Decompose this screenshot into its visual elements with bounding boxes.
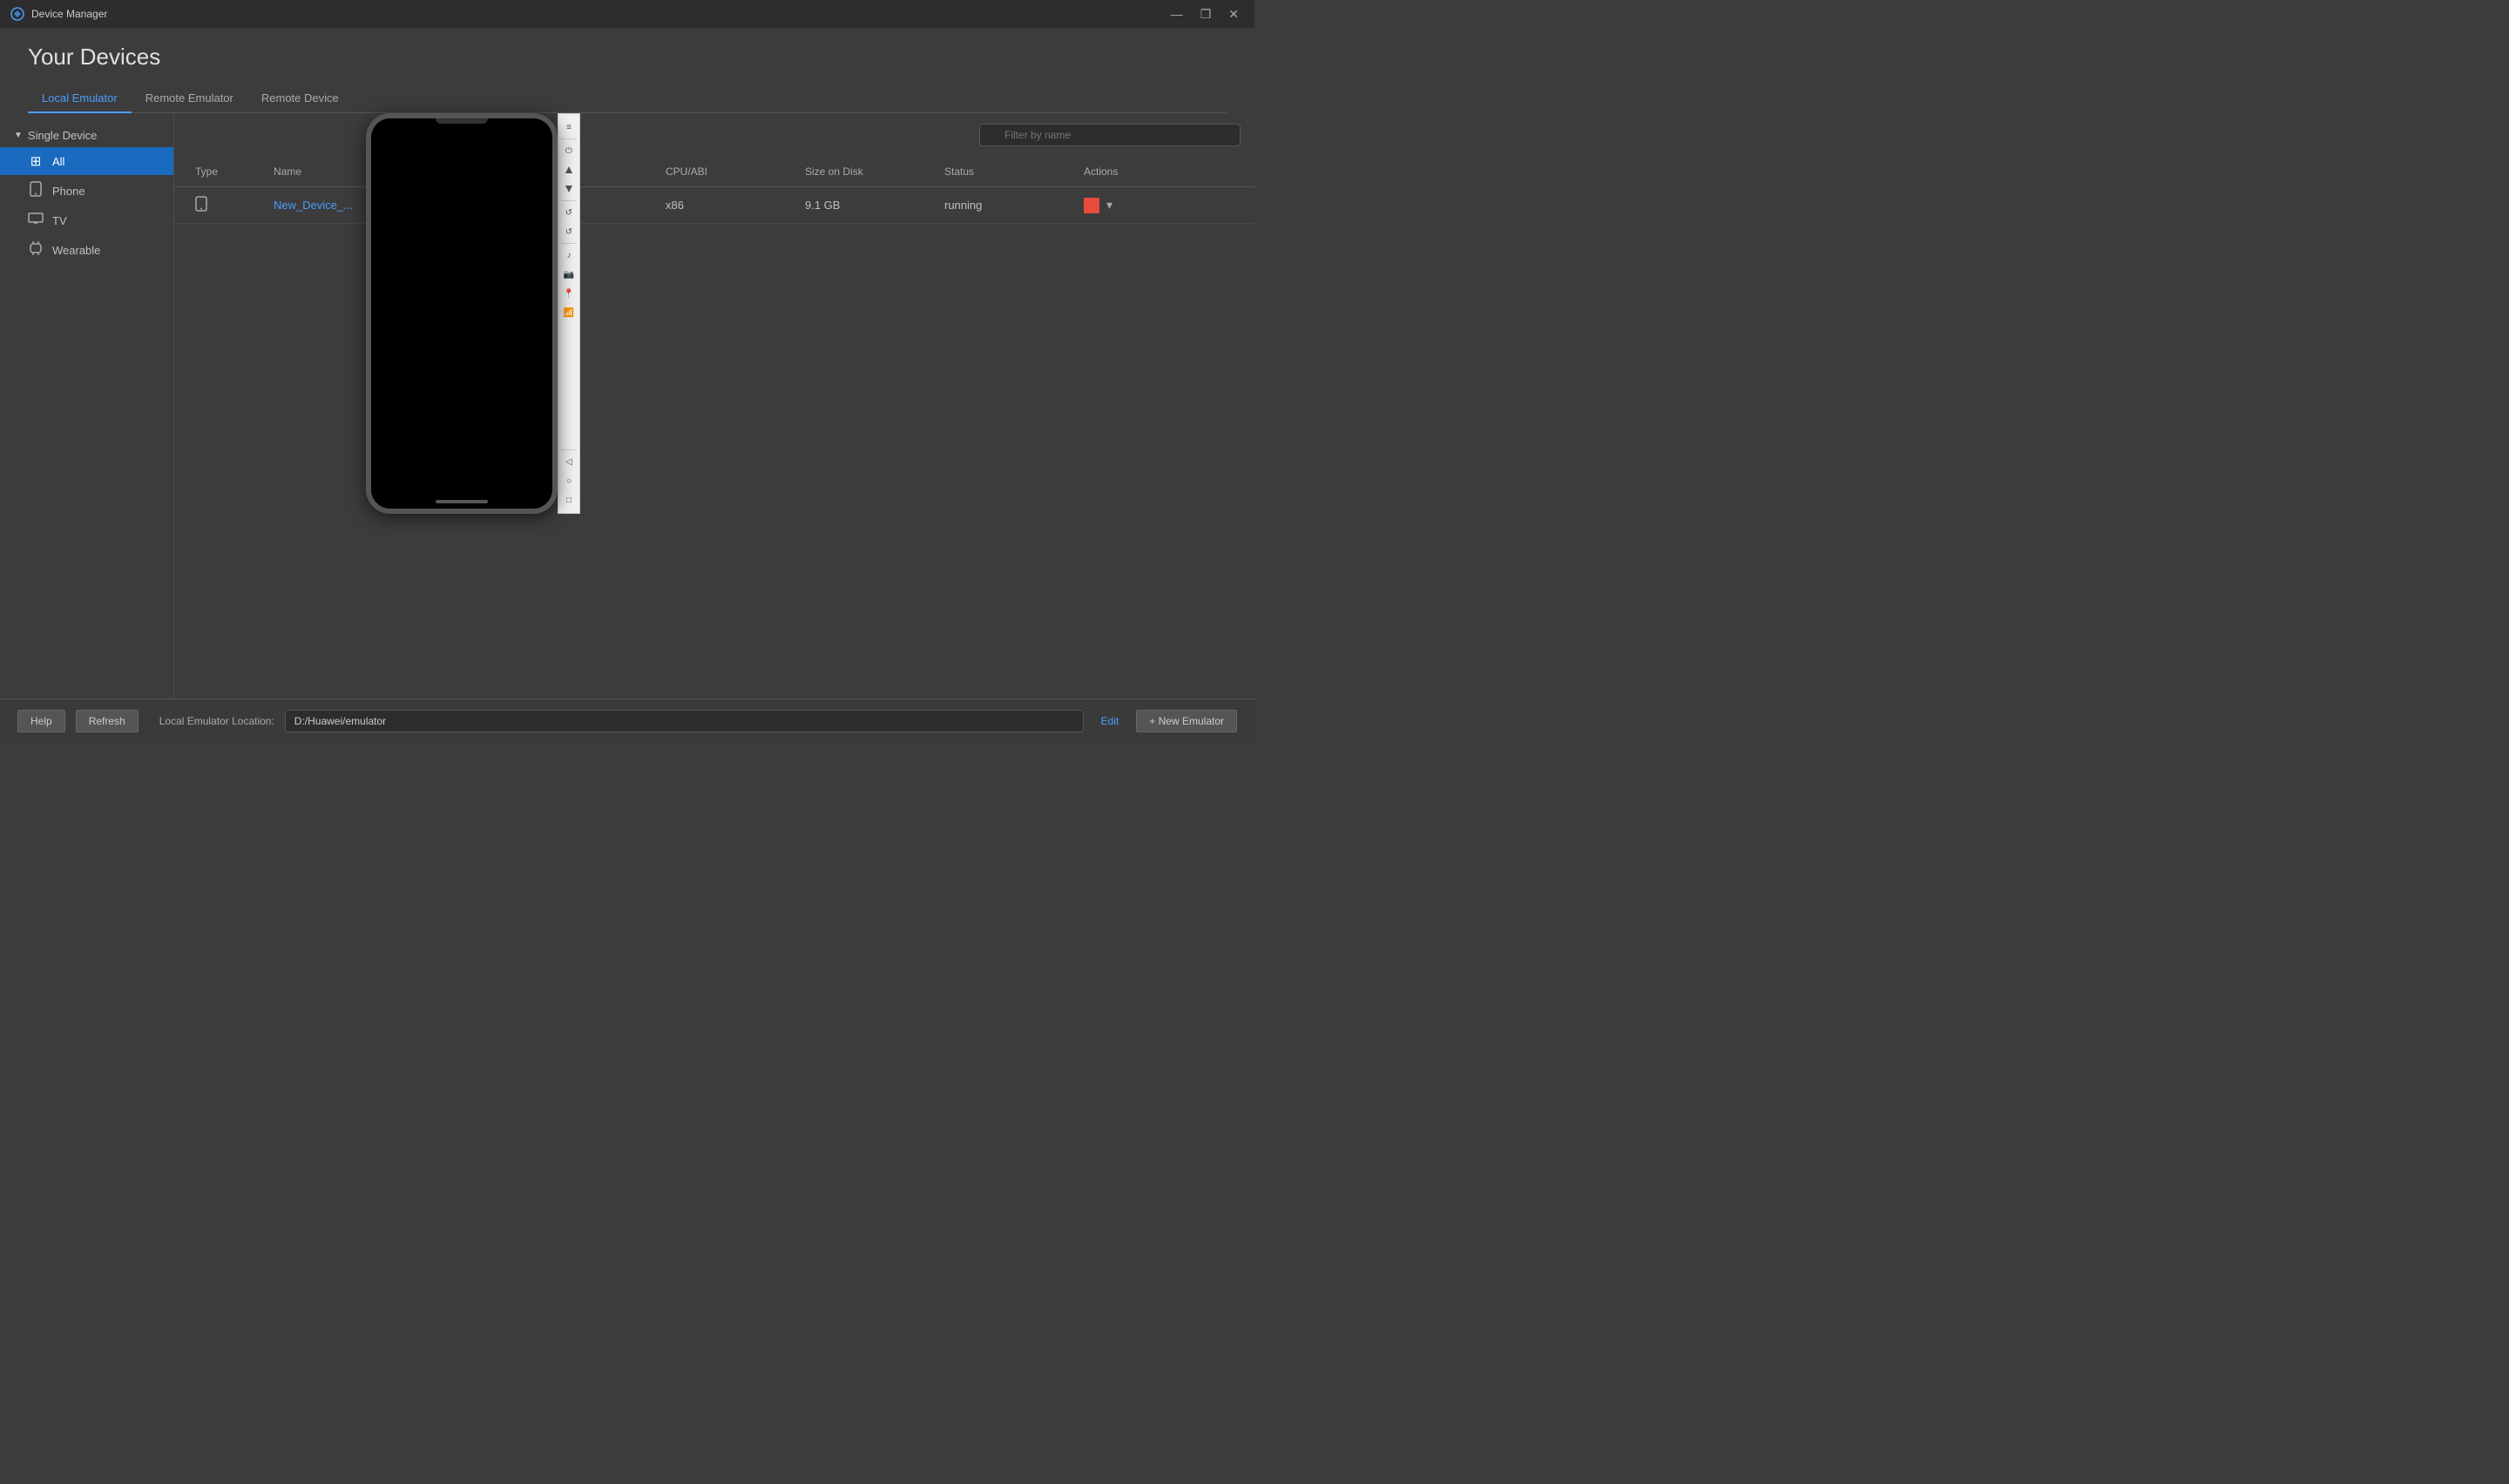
- emu-rotate-button[interactable]: ↺: [560, 204, 578, 221]
- row-cpu-abi: x86: [659, 190, 798, 220]
- phone-notch: [436, 118, 488, 124]
- tab-local-emulator[interactable]: Local Emulator: [28, 84, 132, 113]
- wearable-icon: [28, 240, 44, 260]
- emu-menu-icon[interactable]: ≡: [560, 118, 578, 136]
- sidebar-item-phone-label: Phone: [52, 185, 85, 198]
- emu-divider-4: [561, 449, 577, 450]
- tab-remote-device[interactable]: Remote Device: [247, 84, 353, 113]
- minimize-button[interactable]: —: [1166, 5, 1188, 23]
- header: Your Devices Local Emulator Remote Emula…: [0, 28, 1254, 113]
- page-title: Your Devices: [28, 44, 1227, 71]
- phone-frame: [366, 113, 558, 514]
- sidebar: ▼ Single Device ⊞ All Phone: [0, 113, 174, 698]
- sidebar-section-single-device[interactable]: ▼ Single Device: [0, 124, 173, 147]
- emu-divider-1: [561, 138, 577, 139]
- filter-input[interactable]: [979, 124, 1241, 146]
- filter-wrapper: 🔍: [979, 124, 1241, 146]
- table-toolbar: 🔍: [174, 113, 1254, 157]
- row-actions: ▾: [1077, 189, 1241, 222]
- stop-button[interactable]: [1084, 198, 1099, 213]
- emu-divider-3: [561, 243, 577, 244]
- content-area: ▼ Single Device ⊞ All Phone: [0, 113, 1254, 698]
- sidebar-section-label: Single Device: [28, 129, 98, 142]
- title-bar: Device Manager — ❐ ✕: [0, 0, 1254, 28]
- table-area: 🔍 Type Name Density API CPU/ABI Size on …: [174, 113, 1254, 698]
- emu-location-button[interactable]: 📍: [560, 285, 578, 302]
- all-icon: ⊞: [28, 153, 44, 169]
- actions-dropdown-button[interactable]: ▾: [1106, 198, 1112, 212]
- edit-link[interactable]: Edit: [1094, 715, 1126, 727]
- emu-power-button[interactable]: ⏻: [560, 142, 578, 159]
- maximize-button[interactable]: ❐: [1195, 5, 1217, 24]
- col-status: Status: [937, 157, 1077, 186]
- table-row: New_Device_... 45 x86 9.1 GB running ▾: [174, 187, 1254, 224]
- phone-home-bar: [436, 500, 488, 503]
- app-icon: [10, 7, 24, 21]
- tv-icon: [28, 212, 44, 228]
- col-size-on-disk: Size on Disk: [798, 157, 937, 186]
- tabs: Local Emulator Remote Emulator Remote De…: [28, 84, 1227, 113]
- sidebar-item-all[interactable]: ⊞ All: [0, 147, 173, 175]
- emu-home-button[interactable]: ○: [560, 472, 578, 489]
- sidebar-item-wearable[interactable]: Wearable: [0, 234, 173, 266]
- emu-wifi-button[interactable]: 📶: [560, 304, 578, 321]
- tab-remote-emulator[interactable]: Remote Emulator: [132, 84, 247, 113]
- sidebar-item-tv[interactable]: TV: [0, 206, 173, 234]
- app-title: Device Manager: [31, 8, 107, 20]
- help-button[interactable]: Help: [17, 710, 65, 732]
- emu-vol-up-button[interactable]: [560, 161, 578, 179]
- col-type: Type: [188, 157, 267, 186]
- close-button[interactable]: ✕: [1223, 5, 1244, 24]
- emu-divider-2: [561, 200, 577, 201]
- emulator-sidebar: ≡ ⏻ ↺ ↺ ♪ 📷 📍 📶 ◁ ○ □: [558, 113, 580, 514]
- col-cpu-abi: CPU/ABI: [659, 157, 798, 186]
- phone-icon: [28, 181, 44, 200]
- sidebar-item-tv-label: TV: [52, 214, 67, 227]
- title-bar-left: Device Manager: [10, 7, 107, 21]
- emu-camera-button[interactable]: 📷: [560, 266, 578, 283]
- emu-recent-button[interactable]: □: [560, 491, 578, 509]
- emu-screenshot-button[interactable]: ↺: [560, 223, 578, 240]
- refresh-button[interactable]: Refresh: [76, 710, 139, 732]
- table-header: Type Name Density API CPU/ABI Size on Di…: [174, 157, 1254, 187]
- title-bar-controls: — ❐ ✕: [1166, 5, 1244, 24]
- emu-back-button[interactable]: ◁: [560, 453, 578, 470]
- sidebar-item-wearable-label: Wearable: [52, 244, 100, 257]
- new-emulator-button[interactable]: + New Emulator: [1136, 710, 1237, 732]
- location-label: Local Emulator Location:: [159, 715, 274, 727]
- emu-vol-down-button[interactable]: [560, 180, 578, 198]
- phone-screen: [371, 118, 552, 509]
- row-status: running: [937, 190, 1077, 220]
- location-input[interactable]: [285, 710, 1084, 732]
- col-actions: Actions: [1077, 157, 1241, 186]
- emulator-overlay: ≡ ⏻ ↺ ↺ ♪ 📷 📍 📶 ◁ ○ □: [366, 113, 580, 514]
- expand-arrow-icon: ▼: [14, 131, 23, 140]
- main-container: Your Devices Local Emulator Remote Emula…: [0, 28, 1254, 742]
- emu-music-button[interactable]: ♪: [560, 246, 578, 264]
- row-size-on-disk: 9.1 GB: [798, 190, 937, 220]
- bottom-bar: Help Refresh Local Emulator Location: Ed…: [0, 698, 1254, 742]
- row-type-icon: [188, 187, 267, 223]
- sidebar-item-all-label: All: [52, 155, 64, 168]
- sidebar-item-phone[interactable]: Phone: [0, 175, 173, 206]
